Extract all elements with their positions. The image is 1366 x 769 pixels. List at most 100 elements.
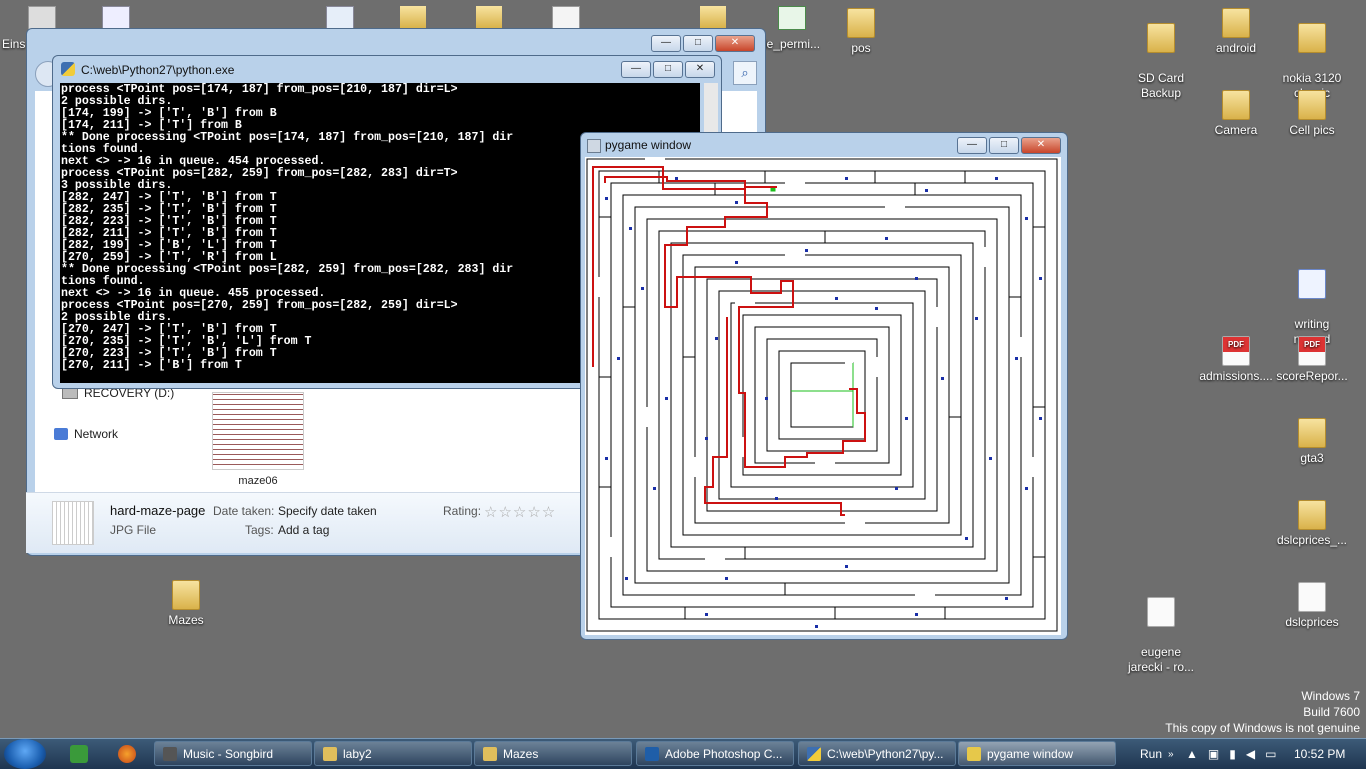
taskbar-button-songbird[interactable]: Music - Songbird [154, 741, 312, 766]
desktop-icon-label: android [1215, 41, 1257, 55]
taskbar-button-mazes[interactable]: Mazes [474, 741, 632, 766]
desktop-icon-admissions[interactable]: admissions.... [1196, 336, 1276, 384]
partial-doc-icon[interactable] [326, 6, 354, 30]
desktop-icon-pos[interactable]: pos [821, 8, 901, 56]
windows-watermark: Windows 7 Build 7600 This copy of Window… [1165, 688, 1360, 736]
partial-folder-icon[interactable] [400, 6, 426, 28]
desktop-icon-label: gta3 [1300, 451, 1324, 465]
device-icon[interactable]: ▣ [1208, 747, 1219, 761]
tags-field[interactable]: Add a tag [278, 523, 329, 537]
tray-arrow-icon[interactable]: ▲ [1186, 747, 1198, 761]
desktop-icon-dslcprices-folder[interactable]: dslcprices_... [1272, 500, 1352, 548]
maximize-button[interactable]: □ [653, 61, 683, 78]
taskbar-button-python[interactable]: C:\web\Python27\py... [798, 741, 956, 766]
pygame-icon [967, 746, 981, 761]
desktop-icon-mazes[interactable]: Mazes [146, 580, 226, 628]
chevron-icon: » [1168, 748, 1174, 760]
desktop-icon-label: Mazes [168, 613, 204, 627]
power-icon[interactable]: ▭ [1265, 747, 1276, 761]
watermark-line-3: This copy of Windows is not genuine [1165, 721, 1360, 735]
close-button[interactable]: ✕ [715, 35, 755, 52]
desktop-icon-label: dslcprices [1285, 615, 1339, 629]
desktop-icon-le-permi-label[interactable]: le_permi... [764, 37, 820, 51]
minimize-button[interactable]: — [651, 35, 681, 52]
desktop-icon-android[interactable]: android [1196, 8, 1276, 56]
python-icon [807, 746, 821, 761]
maximize-button[interactable]: □ [683, 35, 713, 52]
rating-stars[interactable]: ☆☆☆☆☆ [484, 503, 556, 521]
word-document-icon [1298, 269, 1326, 299]
desktop-icon-label: Camera [1214, 123, 1258, 137]
details-pane: hard-maze-page JPG File Date taken: Spec… [26, 492, 581, 553]
desktop-icon-gta3[interactable]: gta3 [1272, 418, 1352, 466]
show-desktop-icon[interactable] [70, 745, 88, 763]
maze-thumbnail[interactable] [212, 392, 304, 470]
desktop-icon-label: pos [851, 41, 871, 55]
songbird-icon [163, 746, 177, 761]
partial-doc-icon[interactable] [552, 6, 580, 30]
maze-walls [586, 158, 1058, 632]
pdf-icon [1298, 336, 1326, 366]
desktop-icon-sd-card-backup[interactable]: SD Card Backup [1121, 8, 1201, 116]
nav-item-network[interactable]: Network [54, 427, 118, 441]
folder-icon [172, 580, 200, 610]
pygame-icon [587, 139, 601, 153]
desktop-icon-label: admissions.... [1199, 369, 1273, 383]
desktop-icon-label: scoreRepor... [1276, 369, 1348, 383]
document-icon [1147, 597, 1175, 627]
maximize-button[interactable]: □ [989, 137, 1019, 154]
folder-icon [1222, 90, 1250, 120]
folder-icon [1298, 500, 1326, 530]
close-button[interactable]: ✕ [1021, 137, 1061, 154]
clock[interactable]: 10:52 PM [1294, 739, 1345, 769]
thumbnail-label[interactable]: maze06 [212, 475, 304, 487]
pygame-window-controls: — □ ✕ [957, 137, 1061, 154]
taskbar-button-label: Adobe Photoshop C... [665, 746, 783, 761]
desktop-icon-eins-label[interactable]: Eins [2, 37, 25, 51]
pygame-title: pygame window [605, 138, 692, 152]
clock-time: 10:52 PM [1294, 747, 1346, 761]
taskbar-button-pygame[interactable]: pygame window [958, 741, 1116, 766]
folder-icon [1298, 90, 1326, 120]
desktop-icon-cell-pics[interactable]: Cell pics [1272, 90, 1352, 138]
desktop-icon-camera[interactable]: Camera [1196, 90, 1276, 138]
partial-folder-icon[interactable] [700, 6, 726, 28]
photoshop-icon [645, 746, 659, 761]
solution-path [592, 166, 866, 468]
rating-label: Rating: [443, 504, 482, 518]
partial-folder-icon[interactable] [476, 6, 502, 28]
partial-excel-icon[interactable] [778, 6, 806, 30]
pygame-window[interactable]: pygame window — □ ✕ [580, 132, 1068, 640]
document-icon [1298, 582, 1326, 612]
start-button[interactable] [4, 739, 46, 769]
taskbar-button-label: pygame window [987, 746, 1074, 761]
console-window-controls: — □ ✕ [621, 61, 715, 78]
desktop-icon-dslcprices[interactable]: dslcprices [1272, 582, 1352, 630]
folder-icon [1222, 8, 1250, 38]
volume-icon[interactable]: ◀ [1246, 747, 1255, 761]
taskbar-button-laby2[interactable]: laby2 [314, 741, 472, 766]
close-button[interactable]: ✕ [685, 61, 715, 78]
partial-doc-icon[interactable] [102, 6, 130, 30]
system-tray: ▲ ▣ ▮ ◀ ▭ [1186, 739, 1276, 769]
desktop-icon-scorereport[interactable]: scoreRepor... [1272, 336, 1352, 384]
desktop-icon-label: dslcprices_... [1276, 533, 1348, 547]
search-icon[interactable]: ⌕ [733, 61, 757, 85]
file-preview-icon [52, 501, 94, 545]
desktop-icon-label: SD Card Backup [1137, 71, 1184, 100]
network-signal-icon[interactable]: ▮ [1229, 747, 1236, 761]
firefox-icon[interactable] [118, 745, 136, 763]
maze-canvas[interactable] [585, 157, 1061, 635]
partial-icon-top[interactable] [28, 6, 56, 30]
run-button[interactable]: Run » [1140, 739, 1174, 769]
minimize-button[interactable]: — [957, 137, 987, 154]
maze-openings [597, 157, 1035, 597]
watermark-line-2: Build 7600 [1303, 705, 1360, 719]
network-icon [54, 428, 68, 440]
taskbar-button-label: laby2 [343, 746, 372, 761]
minimize-button[interactable]: — [621, 61, 651, 78]
date-taken-field[interactable]: Specify date taken [278, 504, 377, 518]
taskbar-button-photoshop[interactable]: Adobe Photoshop C... [636, 741, 794, 766]
file-name: hard-maze-page [110, 503, 206, 518]
desktop-icon-eugene-jarecki[interactable]: eugene jarecki - ro... [1121, 582, 1201, 690]
